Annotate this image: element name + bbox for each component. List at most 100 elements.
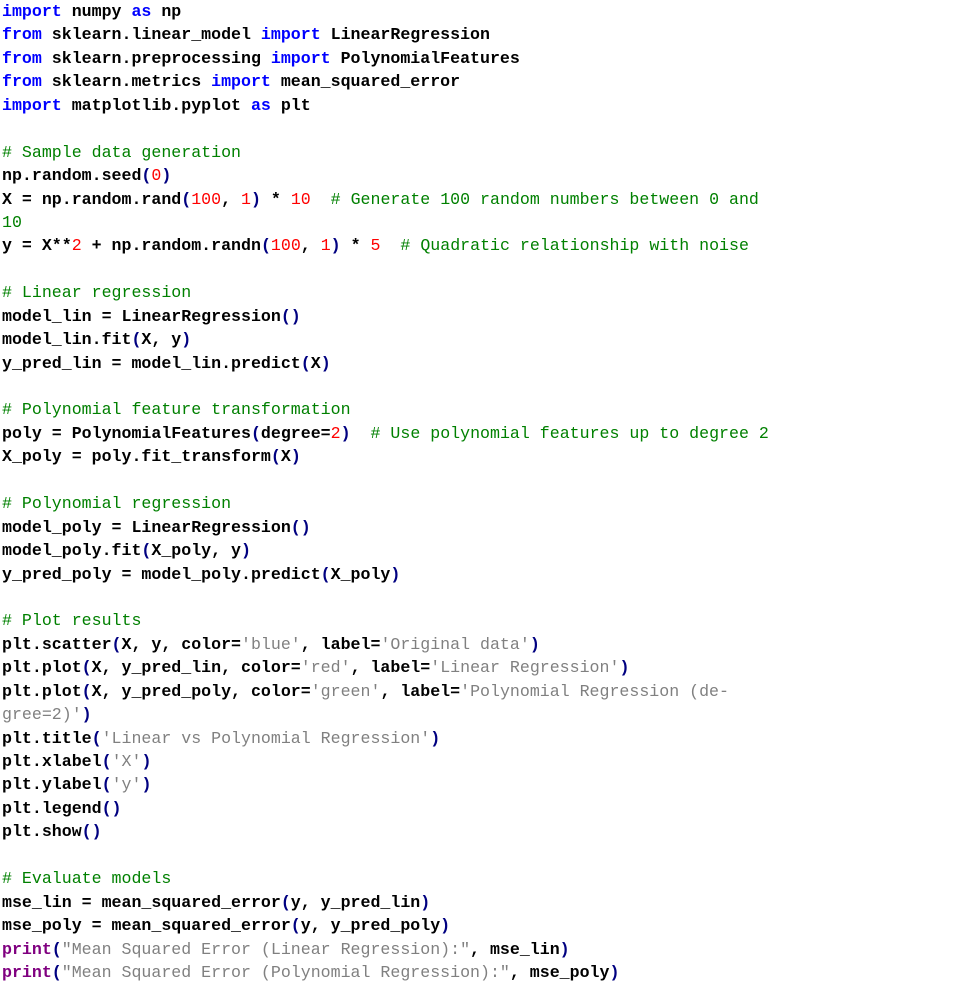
bracket-token: ( (101, 775, 112, 795)
bracket-token: ( (51, 962, 62, 982)
builtin-token: print (2, 939, 52, 959)
comment-token: # Plot results (2, 611, 142, 631)
code-line: import numpy as np (2, 0, 769, 23)
string-token: 'red' (300, 658, 351, 678)
code-text: mse_poly = mean_squared_error (2, 916, 291, 936)
code-text: * (340, 236, 371, 256)
code-line: plt.legend() (2, 797, 769, 820)
code-text: X_poly, y (151, 541, 242, 561)
code-text: , label= (380, 681, 461, 701)
keyword-token: import (2, 2, 62, 21)
code-text: sklearn.metrics (41, 72, 212, 92)
code-line: plt.xlabel('X') (2, 750, 769, 773)
code-text: numpy (61, 2, 132, 21)
code-text: matplotlib.pyplot (61, 95, 251, 115)
bracket-token: ( (91, 728, 102, 748)
comment-token: # Sample data generation (2, 142, 241, 162)
code-line: # Sample data generation (2, 141, 769, 164)
code-text: np (151, 2, 182, 21)
number-token: 100 (191, 189, 222, 209)
code-text: degree= (260, 423, 331, 443)
code-text: plt.legend (2, 798, 102, 818)
code-text: X, y_pred_lin, color= (91, 658, 301, 678)
code-line: # Polynomial feature transformation (2, 398, 769, 421)
code-line: np.random.seed(0) (2, 164, 769, 187)
code-line: poly = PolynomialFeatures(degree=2) # Us… (2, 422, 769, 445)
code-text: mean_squared_error (270, 72, 461, 92)
code-text: y, y_pred_lin (290, 892, 421, 912)
code-line: plt.plot(X, y_pred_poly, color='green', … (2, 680, 769, 703)
comment-token: 10 (2, 212, 22, 232)
code-text: y, y_pred_poly (300, 916, 441, 936)
code-line: from sklearn.preprocessing import Polyno… (2, 47, 769, 70)
bracket-token: ( (300, 353, 311, 373)
code-line: plt.plot(X, y_pred_lin, color='red', lab… (2, 656, 769, 679)
number-token: 10 (290, 189, 311, 209)
bracket-token: () (280, 306, 301, 326)
bracket-token: ) (330, 236, 341, 256)
code-line: print("Mean Squared Error (Linear Regres… (2, 938, 769, 961)
string-token: "Mean Squared Error (Polynomial Regressi… (61, 962, 510, 982)
code-text: , label= (350, 658, 431, 678)
code-line: mse_poly = mean_squared_error(y, y_pred_… (2, 914, 769, 937)
string-token: 'blue' (241, 634, 301, 654)
bracket-token: ) (609, 962, 620, 982)
bracket-token: ( (320, 564, 331, 584)
string-token: 'green' (310, 681, 381, 701)
string-token: 'X' (111, 752, 142, 771)
bracket-token: ) (241, 541, 251, 561)
bracket-token: ( (131, 330, 142, 350)
bracket-token: ( (101, 752, 112, 771)
code-line: # Evaluate models (2, 867, 769, 890)
keyword-token: import (270, 48, 331, 68)
code-line: y_pred_lin = model_lin.predict(X) (2, 352, 769, 375)
string-token: 'y' (111, 775, 142, 795)
bracket-token: () (101, 798, 122, 818)
number-token: 100 (270, 236, 301, 256)
code-text: X (310, 353, 321, 373)
code-line: model_poly.fit(X_poly, y) (2, 539, 769, 562)
code-line: mse_lin = mean_squared_error(y, y_pred_l… (2, 891, 769, 914)
bracket-token: ) (390, 564, 401, 584)
code-text: LinearRegression (320, 25, 490, 45)
comment-token: # Quadratic relationship with noise (400, 236, 749, 256)
bracket-token: ) (81, 705, 92, 725)
comment-token: # Polynomial regression (2, 494, 232, 514)
keyword-token: import (260, 25, 321, 45)
comment-token: # Generate 100 random numbers between 0 … (330, 189, 759, 209)
comment-token: # Polynomial feature transformation (2, 400, 351, 420)
code-text: plt (270, 95, 311, 115)
string-token: 'Linear Regression' (430, 658, 620, 678)
code-line: plt.ylabel('y') (2, 773, 769, 796)
bracket-token: ( (270, 447, 281, 467)
number-token: 1 (241, 189, 251, 209)
code-text: np.random.seed (2, 166, 142, 186)
bracket-token: ) (430, 728, 441, 748)
number-token: 2 (71, 236, 82, 256)
comment-token: # Use polynomial features up to degree 2 (370, 423, 769, 443)
bracket-token: ( (280, 892, 291, 912)
code-text: , label= (300, 634, 381, 654)
code-line: model_poly = LinearRegression() (2, 516, 769, 539)
bracket-token: ( (111, 634, 122, 654)
bracket-token: ) (181, 330, 192, 350)
bracket-token: ( (181, 189, 192, 209)
code-text: poly = PolynomialFeatures (2, 423, 251, 443)
number-token: 2 (330, 423, 341, 443)
keyword-token: import (211, 72, 271, 92)
bracket-token: ) (250, 189, 261, 209)
bracket-token: ) (340, 423, 351, 443)
code-text: mse_lin = mean_squared_error (2, 892, 281, 912)
string-token: 'Polynomial Regression (de- (460, 681, 729, 701)
code-line: gree=2)') (2, 703, 769, 726)
keyword-token: import (2, 95, 62, 115)
code-text: y_pred_lin = model_lin.predict (2, 353, 301, 373)
code-text: plt.ylabel (2, 775, 102, 795)
bracket-token: ) (290, 447, 301, 467)
code-editor[interactable]: import numpy as np from sklearn.linear_mo… (2, 0, 769, 984)
code-line: 10 (2, 211, 769, 234)
